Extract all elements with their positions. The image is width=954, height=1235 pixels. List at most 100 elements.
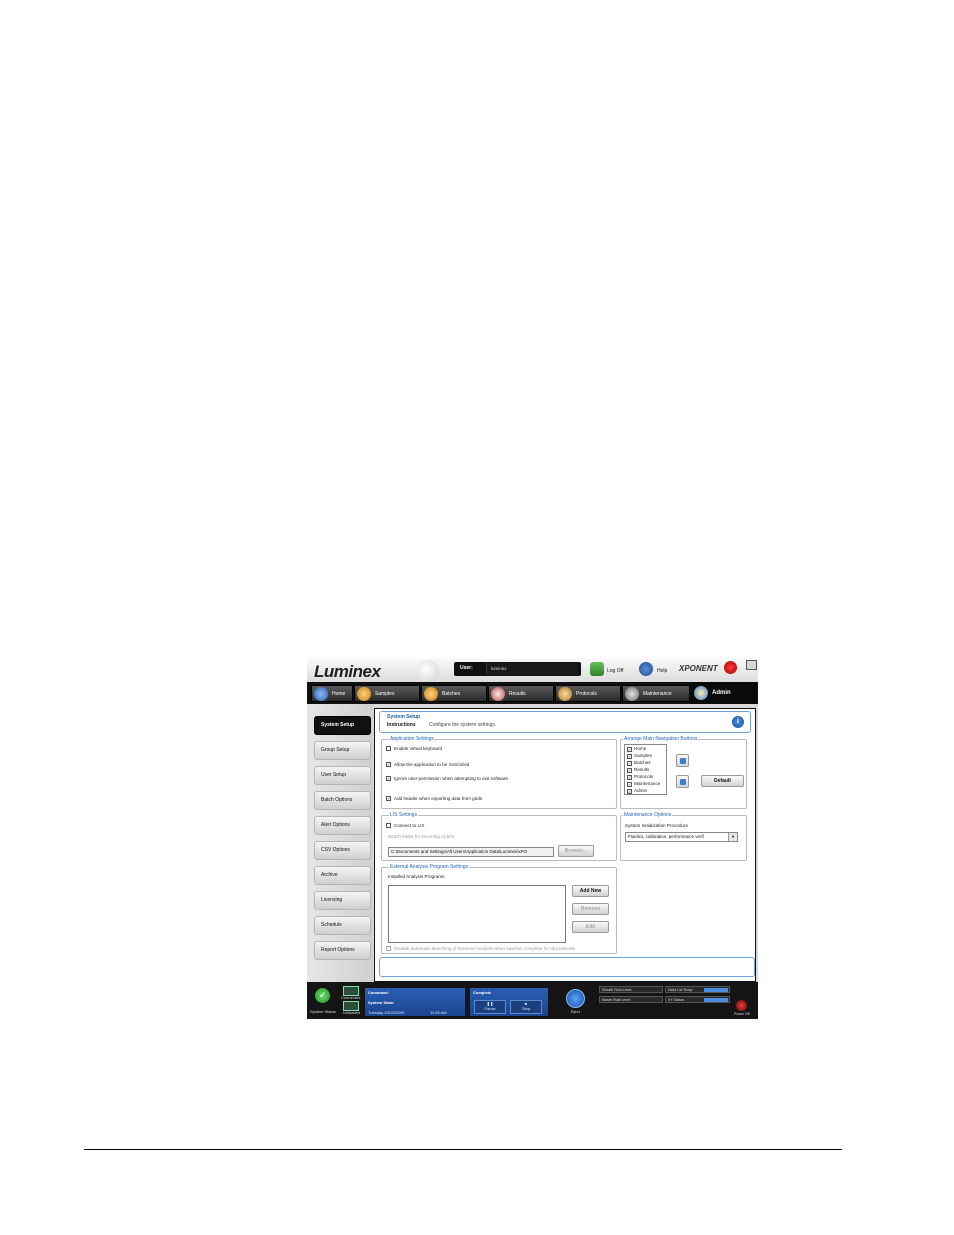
system-status-icon[interactable]: ✓	[315, 988, 330, 1003]
list-item[interactable]: Results	[634, 767, 649, 772]
sidebar-item-system-setup[interactable]: System Setup	[314, 716, 371, 735]
sidebar-item-schedule[interactable]: Schedule	[314, 916, 371, 935]
tab-home[interactable]: Home	[311, 685, 353, 702]
sidebar-item-csv-options[interactable]: CSV Options	[314, 841, 371, 860]
system-status-label: System Status	[310, 1009, 336, 1014]
tab-maintenance[interactable]: Maintenance	[622, 685, 690, 702]
installed-programs-list[interactable]	[388, 885, 566, 943]
sidebar-item-archive[interactable]: Archive	[314, 866, 371, 885]
time-value: 11:45 AM	[430, 1010, 447, 1015]
command-panel: Command: System State: Tuesday 10/13/200…	[365, 988, 465, 1016]
list-item[interactable]: Protocols	[634, 774, 653, 779]
tab-samples-label: Samples	[375, 691, 395, 697]
arrange-navigation-group: Arrange Main Navigation Buttons ✓ Home ✓…	[620, 736, 747, 809]
stop-button[interactable]: ■ Stop	[510, 1000, 542, 1014]
eject-button[interactable]	[566, 989, 585, 1008]
list-item[interactable]: Samples	[634, 753, 652, 758]
sheath-fluid-indicator: Sheath Fluid Level:	[599, 986, 663, 993]
external-analysis-title: External Analysis Program Settings	[389, 864, 470, 870]
connect-lis-checkbox[interactable]	[386, 823, 391, 828]
init-procedure-label: System Initialization Procedure	[625, 823, 689, 828]
sidebar-item-group-setup[interactable]: Group Setup	[314, 741, 371, 760]
message-area	[379, 957, 755, 977]
page-footer-rule	[84, 1149, 842, 1150]
logo-orb-icon	[417, 660, 439, 682]
nav-protocols-checkbox[interactable]: ✓	[627, 775, 632, 780]
tab-samples[interactable]: Samples	[354, 685, 420, 702]
help-button[interactable]: Help	[657, 668, 667, 674]
application-settings-title: Application Settings	[389, 736, 435, 742]
waste-fluid-indicator: Waste Fluid Level:	[599, 996, 663, 1003]
ignore-permission-label: Ignore user permission when attempting t…	[394, 776, 508, 781]
sheath-label: Sheath Fluid Level:	[602, 988, 632, 992]
nav-results-checkbox[interactable]: ✓	[627, 768, 632, 773]
add-header-label: Add header when exporting data from grid…	[394, 796, 483, 801]
sidebar-item-report-options[interactable]: Report Options	[314, 941, 371, 960]
disable-launch-checkbox[interactable]	[386, 946, 391, 951]
protocols-icon	[558, 687, 572, 701]
virtual-keyboard-checkbox[interactable]	[386, 746, 391, 751]
status-bar: ✓ System Status Connected Unloaded Comma…	[307, 982, 758, 1019]
power-off-label[interactable]: Power Off	[734, 1012, 750, 1016]
chevron-down-icon[interactable]: ▼	[728, 833, 737, 841]
admin-sidebar: System Setup Group Setup User Setup Batc…	[307, 704, 373, 982]
nav-batches-checkbox[interactable]: ✓	[627, 761, 632, 766]
navigation-order-list[interactable]: ✓ Home ✓ Samples ✓ Batches ✓ Results ✓ P…	[624, 744, 667, 795]
ignore-permission-checkbox[interactable]: ✓	[386, 776, 391, 781]
nav-admin-checkbox[interactable]: ✓	[627, 789, 632, 794]
system-setup-panel: System Setup Instructions Configure the …	[374, 708, 756, 982]
instructions-text: Configure the system settings.	[429, 722, 497, 728]
init-procedure-select[interactable]: Fluidics, calibration, performance verif…	[625, 832, 738, 842]
move-down-button[interactable]	[676, 775, 689, 788]
remove-button[interactable]: Remove	[572, 903, 609, 915]
power-icon[interactable]	[736, 1000, 747, 1011]
watch-folder-label: Watch folder for incoming orders	[388, 834, 455, 839]
installed-programs-label: Installed Analysis Programs	[388, 874, 445, 879]
tab-results-label: Results	[509, 691, 526, 697]
instructions-label: Instructions	[387, 722, 416, 728]
help-icon[interactable]	[639, 662, 653, 676]
tab-protocols-label: Protocols	[576, 691, 597, 697]
log-off-button[interactable]: Log Off	[607, 668, 623, 674]
user-value: luminex	[486, 663, 578, 675]
maintenance-options-title: Maintenance Options	[623, 812, 673, 818]
luminex-logo: Luminex	[314, 662, 381, 681]
list-item[interactable]: Batches	[634, 760, 651, 765]
results-icon	[491, 687, 505, 701]
allow-minimize-checkbox[interactable]: ✓	[386, 762, 391, 767]
external-analysis-group: External Analysis Program Settings Insta…	[381, 864, 617, 954]
tab-results[interactable]: Results	[488, 685, 554, 702]
sidebar-item-licensing[interactable]: Licensing	[314, 891, 371, 910]
nav-maintenance-checkbox[interactable]: ✓	[627, 782, 632, 787]
unloaded-label: Unloaded	[343, 1010, 361, 1015]
sidebar-item-batch-options[interactable]: Batch Options	[314, 791, 371, 810]
sidebar-item-alert-options[interactable]: Alert Options	[314, 816, 371, 835]
add-new-button[interactable]: Add New	[572, 885, 609, 897]
xy-fill	[704, 998, 728, 1002]
list-item[interactable]: Home	[634, 746, 646, 751]
tab-batches[interactable]: Batches	[421, 685, 487, 702]
list-item[interactable]: Maintenance	[634, 781, 660, 786]
move-up-button[interactable]	[676, 754, 689, 767]
info-icon[interactable]: i	[732, 716, 744, 728]
browse-button[interactable]: Browse...	[558, 845, 594, 857]
user-box: User: luminex	[454, 662, 581, 676]
default-button[interactable]: Default	[701, 775, 744, 787]
waste-label: Waste Fluid Level:	[602, 998, 631, 1002]
nav-home-checkbox[interactable]: ✓	[627, 747, 632, 752]
add-header-checkbox[interactable]: ✓	[386, 796, 391, 801]
page-title: System Setup	[387, 714, 421, 720]
monitor-icon[interactable]	[746, 660, 757, 670]
nav-samples-checkbox[interactable]: ✓	[627, 754, 632, 759]
app-window: Luminex User: luminex Log Off Help XPONE…	[307, 658, 758, 1019]
pause-label: Pause	[484, 1006, 496, 1011]
sidebar-item-user-setup[interactable]: User Setup	[314, 766, 371, 785]
pause-button[interactable]: ❚❚ Pause	[474, 1000, 506, 1014]
log-off-icon[interactable]	[590, 662, 604, 676]
tab-admin[interactable]: Admin	[691, 682, 757, 704]
list-item[interactable]: Admin	[634, 788, 647, 793]
tab-protocols[interactable]: Protocols	[555, 685, 621, 702]
watch-folder-input[interactable]: C:\Documents and Settings\All Users\Appl…	[388, 847, 554, 857]
edit-button[interactable]: Edit	[572, 921, 609, 933]
application-settings-group: Application Settings Enable virtual keyb…	[381, 736, 617, 809]
